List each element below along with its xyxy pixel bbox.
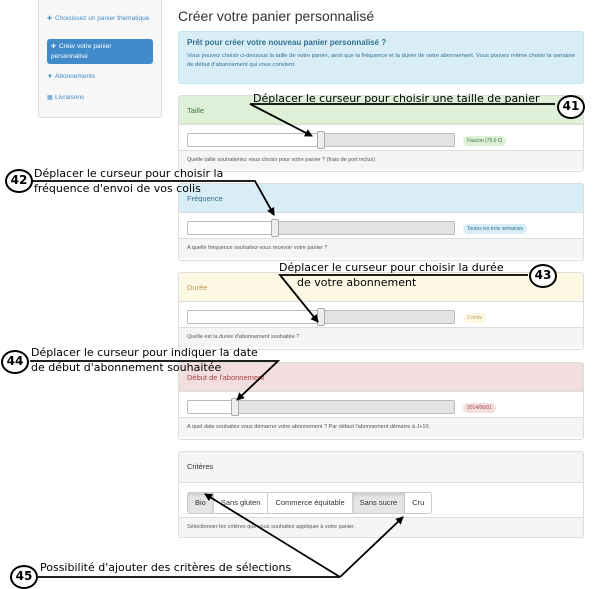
annotation-number-43: 43: [529, 264, 557, 288]
sidebar-nav: ✚ Choisissez un panier thématique ✚ Créer …: [38, 0, 162, 118]
slider-fill: [188, 311, 322, 323]
sidebar-item-abonnements[interactable]: ▼ Abonnements: [47, 72, 153, 82]
frequency-value-badge: Toutes les trois semaines: [463, 224, 528, 234]
panel-taille: Taille Faucon (75.0 €) Quelle taille sou…: [178, 95, 584, 172]
panel-frequence: Fréquence Toutes les trois semaines A qu…: [178, 183, 584, 261]
annotation-text-45: Possibilité d'ajouter des critères de sé…: [40, 561, 292, 574]
annotation-text-43-line2: de votre abonnement: [297, 276, 417, 289]
panel-help: A quel date souhaitez vous démarrer votr…: [179, 417, 583, 437]
cart-icon: ▼: [47, 74, 53, 80]
frequency-slider[interactable]: [187, 221, 455, 235]
sidebar-item-panier-personnalise[interactable]: ✚ Créer votre panier personnalisé: [47, 39, 153, 64]
panel-title: Critères: [179, 452, 583, 482]
slider-row: Faucon (75.0 €): [179, 124, 583, 150]
slider-fill: [188, 222, 276, 234]
panel-help: A quelle fréquence souhaitez-vous recevo…: [179, 238, 583, 258]
size-value-badge: Faucon (75.0 €): [463, 136, 507, 146]
sidebar-item-panier-thematique[interactable]: ✚ Choisissez un panier thématique: [47, 14, 153, 24]
annotation-text-41: Déplacer le curseur pour choisir une tai…: [253, 92, 540, 105]
sidebar-item-label: Abonnements: [55, 73, 96, 80]
annotation-text-44-line2: de début d'abonnement souhaitée: [31, 361, 222, 374]
sidebar-item-livraisons[interactable]: ▦ Livraisons: [47, 93, 153, 103]
start-date-value-badge: 2014/06/01: [463, 403, 497, 413]
slider-row: 3 mois: [179, 301, 583, 327]
annotation-number-45: 45: [10, 565, 38, 589]
info-alert: Prêt pour créer votre nouveau panier per…: [178, 31, 584, 84]
annotation-number-41: 41: [557, 95, 585, 119]
annotation-text-42-line2: fréquence d'envoi de vos colis: [34, 182, 201, 195]
duration-slider-handle[interactable]: [317, 308, 325, 326]
slider-row: Toutes les trois semaines: [179, 212, 583, 238]
annotation-text-44-line1: Déplacer le curseur pour indiquer la dat…: [31, 346, 258, 359]
panel-help: Sélectionner les critères que vous souha…: [179, 517, 583, 537]
annotation-text-43-line1: Déplacer le curseur pour choisir la duré…: [279, 261, 504, 274]
criteria-sans-sucre-button[interactable]: Sans sucre: [351, 492, 406, 514]
sidebar-item-label: Créer votre panier personnalisé: [51, 43, 112, 60]
slider-fill: [188, 134, 322, 146]
start-date-slider[interactable]: [187, 400, 455, 414]
page-title: Créer votre panier personnalisé: [178, 8, 375, 24]
panel-title: Fréquence: [179, 184, 583, 212]
criteria-button-group: Bio Sans gluten Commerce équitable Sans …: [187, 492, 433, 514]
plus-icon: ✚: [47, 16, 53, 22]
criteria-row: Bio Sans gluten Commerce équitable Sans …: [179, 482, 583, 517]
info-heading: Prêt pour créer votre nouveau panier per…: [187, 38, 387, 47]
slider-row: 2014/06/01: [179, 391, 583, 417]
frequency-slider-handle[interactable]: [271, 219, 279, 237]
slider-fill: [188, 401, 236, 413]
size-slider-handle[interactable]: [317, 131, 325, 149]
start-date-slider-handle[interactable]: [231, 398, 239, 416]
panel-debut: Début de l'abonnement 2014/06/01 A quel …: [178, 362, 584, 440]
criteria-sans-gluten-button[interactable]: Sans gluten: [212, 492, 269, 514]
criteria-commerce-equitable-button[interactable]: Commerce équitable: [267, 492, 353, 514]
panel-help: Quelle est la durée d'abonnement souhait…: [179, 327, 583, 347]
sidebar-item-label: Choisissez un panier thématique: [55, 15, 150, 22]
panel-criteres: Critères Bio Sans gluten Commerce équita…: [178, 451, 584, 538]
panel-title: Début de l'abonnement: [179, 363, 583, 391]
duration-value-badge: 3 mois: [463, 313, 486, 323]
panel-help: Quelle taille souhaiteriez vous choisir …: [179, 150, 583, 170]
sidebar-item-label: Livraisons: [55, 94, 85, 101]
annotation-number-42: 42: [5, 169, 33, 193]
info-text: Vous pouvez choisir ci-dessous la taille…: [187, 53, 575, 68]
annotation-number-44: 44: [1, 350, 29, 374]
criteria-bio-button[interactable]: Bio: [187, 492, 214, 514]
criteria-cru-button[interactable]: Cru: [404, 492, 433, 514]
plus-icon: ✚: [51, 44, 57, 50]
annotation-text-42-line1: Déplacer le curseur pour choisir la: [34, 167, 224, 180]
calendar-icon: ▦: [47, 95, 53, 101]
